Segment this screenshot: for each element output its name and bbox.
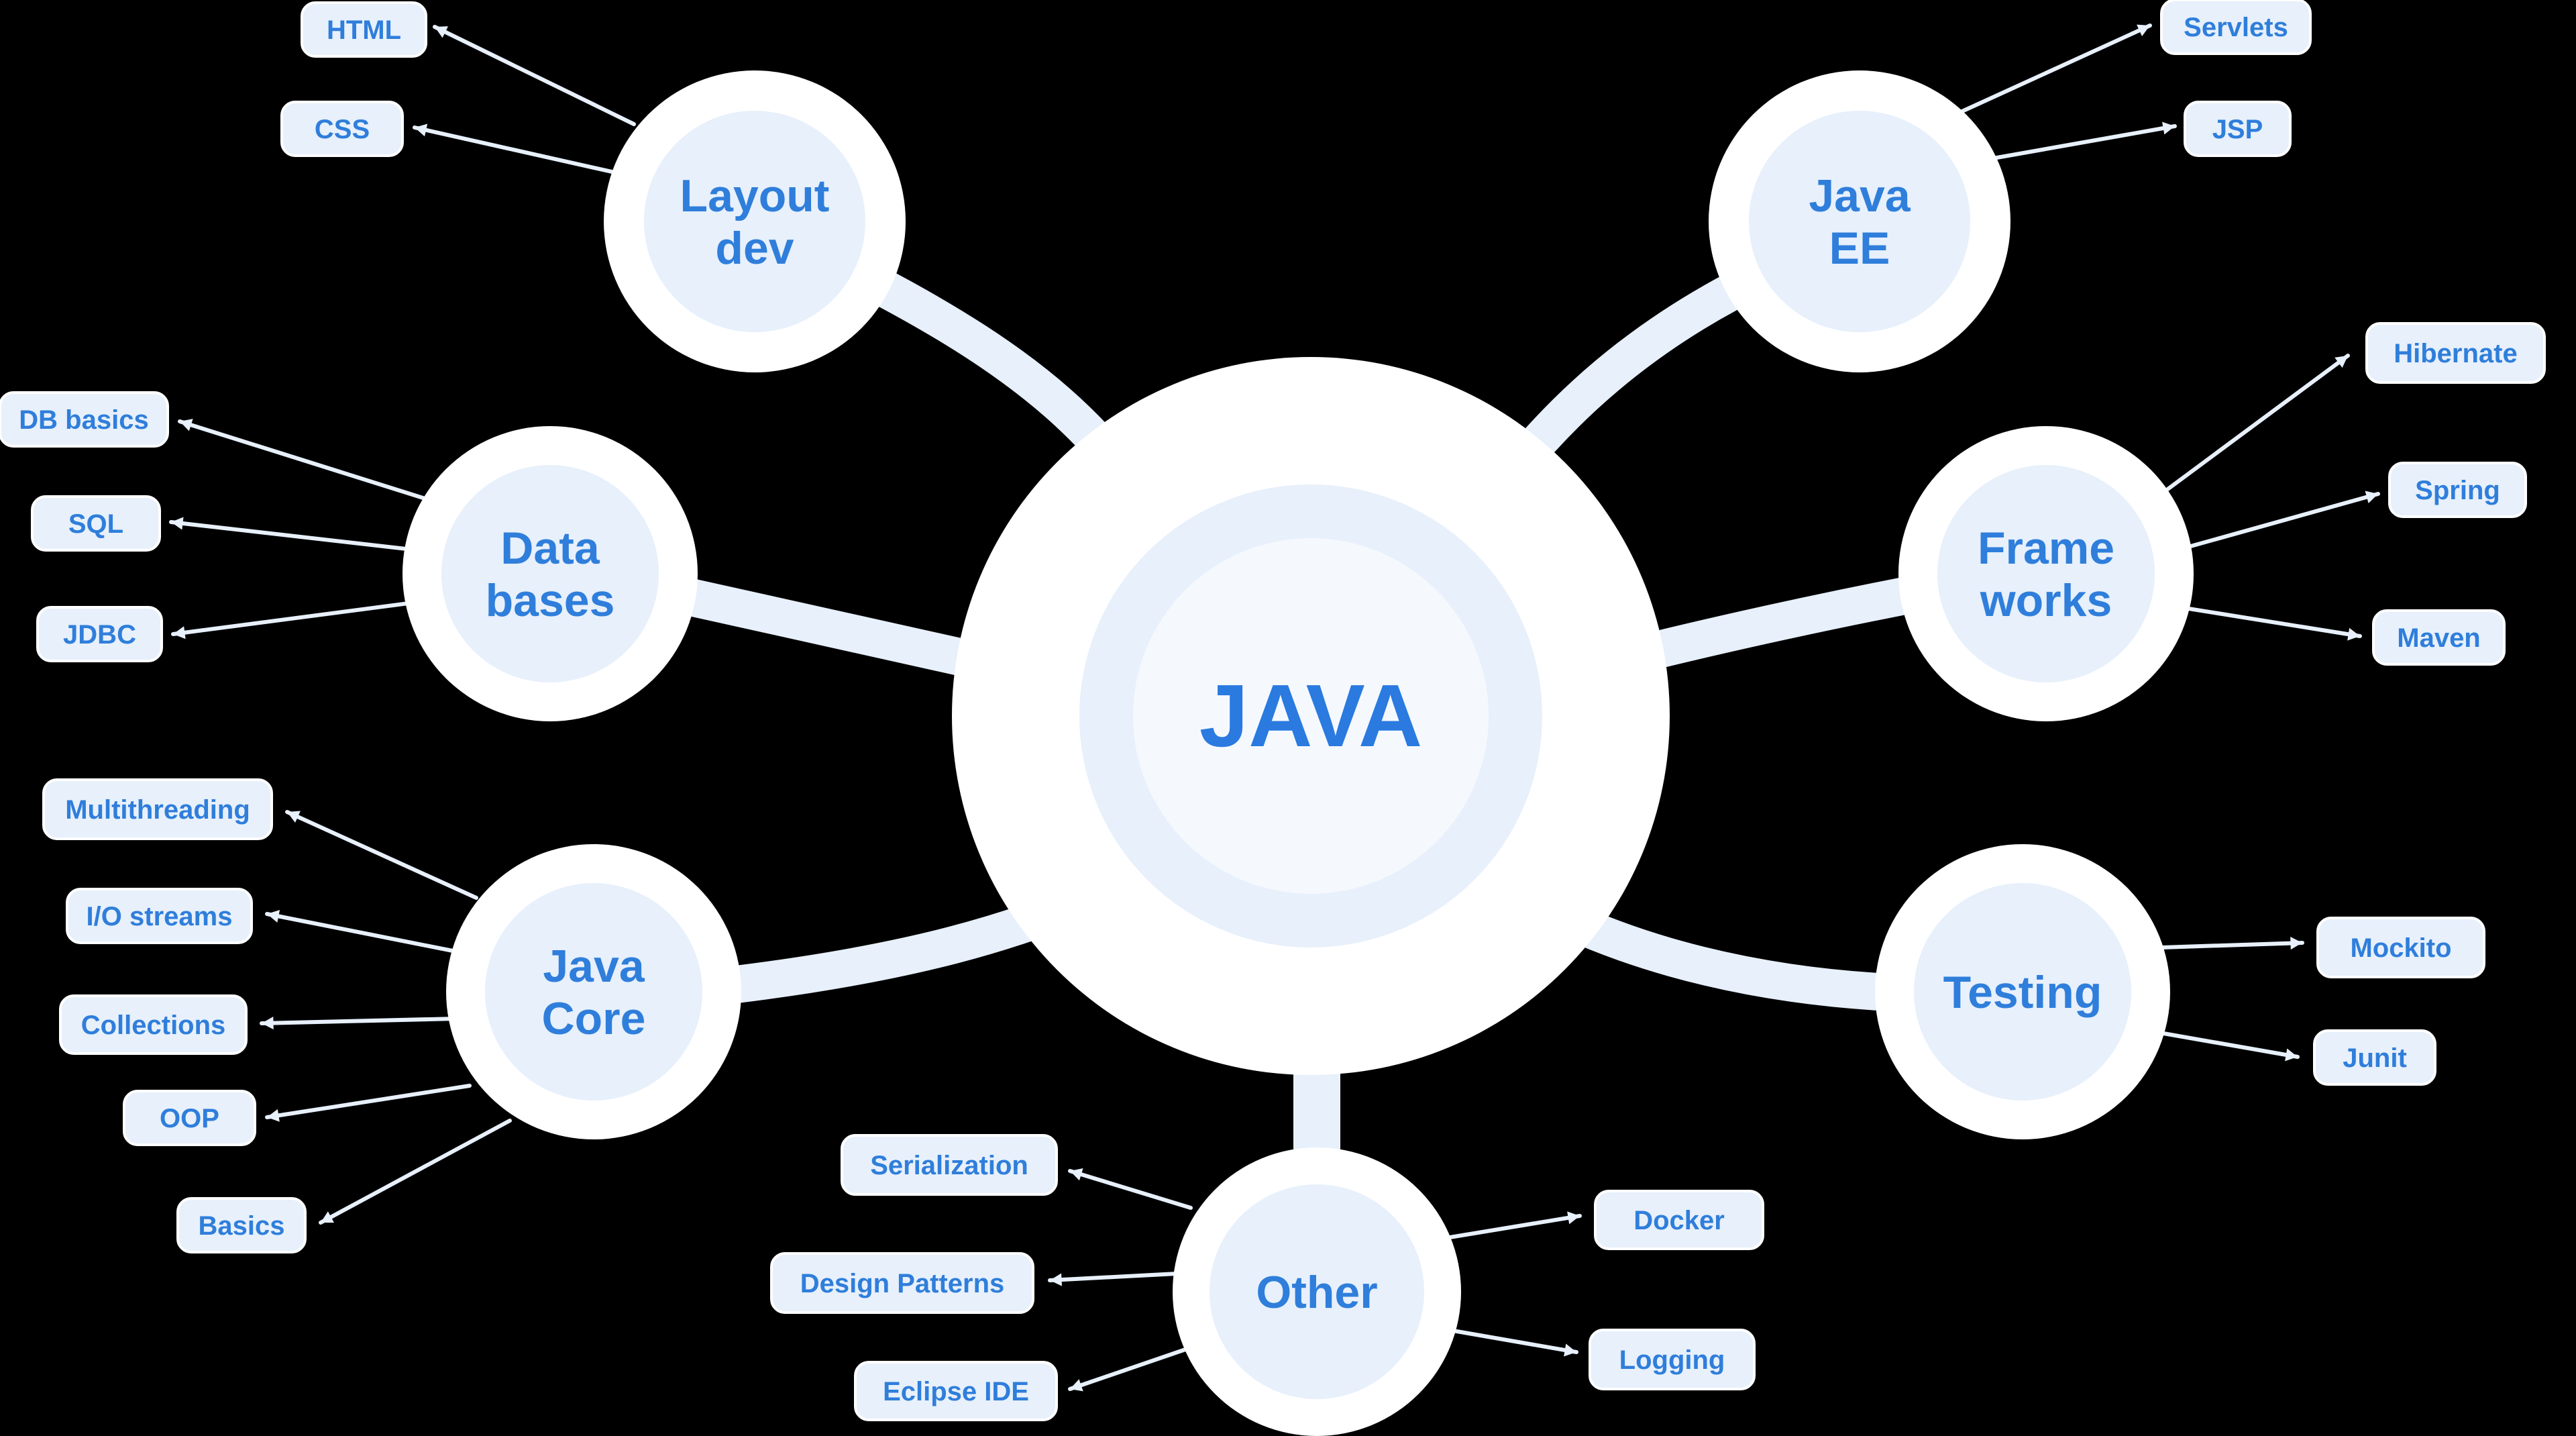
leaf-label: OOP <box>160 1104 219 1133</box>
leaf-connector <box>1947 23 2152 119</box>
topic-node-testing[interactable]: Testing <box>1875 844 2170 1139</box>
topic-node-frameworks[interactable]: Frameworks <box>1898 426 2194 721</box>
topic-label: Java <box>543 941 645 992</box>
leaf-connector <box>285 810 478 900</box>
leaf-collections[interactable]: Collections <box>59 994 248 1055</box>
leaf-mockito[interactable]: Mockito <box>2316 917 2485 978</box>
topic-node-databases[interactable]: Databases <box>402 426 698 721</box>
leaf-label: CSS <box>315 115 370 144</box>
leaf-label: Servlets <box>2184 13 2288 42</box>
leaf-junit[interactable]: Junit <box>2313 1029 2436 1086</box>
leaf-label: JDBC <box>63 620 136 650</box>
leaf-label: Eclipse IDE <box>883 1377 1029 1406</box>
topic-node-layout[interactable]: Layoutdev <box>604 70 906 372</box>
topic-label: Layout <box>680 170 830 221</box>
topic-node-disc <box>485 883 702 1100</box>
leaf-connector <box>171 599 431 636</box>
topic-label: Java <box>1809 170 1911 221</box>
java-roadmap-diagram: JAVA LayoutdevJavaEEDatabasesFrameworksJ… <box>0 0 2546 1436</box>
leaf-label: Serialization <box>870 1151 1028 1180</box>
topic-label: Testing <box>1943 967 2102 1018</box>
topic-label: Data <box>500 523 600 574</box>
topic-node-javacore[interactable]: JavaCore <box>446 844 741 1139</box>
topic-node-disc <box>1749 111 1970 332</box>
leaf-design-patterns[interactable]: Design Patterns <box>770 1252 1034 1314</box>
leaf-connector <box>433 25 636 126</box>
leaf-label: Mockito <box>2350 933 2451 963</box>
leaf-label: JSP <box>2212 115 2263 144</box>
leaf-connector <box>178 419 431 502</box>
leaf-label: I/O streams <box>87 902 233 931</box>
leaf-label: SQL <box>68 509 123 539</box>
topic-label: works <box>1980 575 2112 626</box>
leaf-connector <box>1447 1328 1578 1354</box>
arrow-head-icon <box>2290 937 2302 950</box>
leaf-connector <box>2161 1031 2300 1059</box>
leaf-label: Multithreading <box>65 795 250 825</box>
leaf-connector <box>1048 1272 1179 1282</box>
leaf-serialization[interactable]: Serialization <box>841 1134 1058 1196</box>
leaf-label: Logging <box>1619 1345 1725 1375</box>
leaf-multithreading[interactable]: Multithreading <box>42 778 273 840</box>
leaf-connector <box>1068 1347 1189 1391</box>
topic-node-disc <box>1937 465 2155 682</box>
topic-label: Core <box>542 993 646 1044</box>
topic-node-disc <box>441 465 659 682</box>
leaf-basics[interactable]: Basics <box>176 1197 307 1253</box>
topic-label: dev <box>715 223 794 274</box>
leaf-label: Maven <box>2397 623 2481 653</box>
leaf-label: DB basics <box>19 405 148 435</box>
leaf-connector <box>265 1084 472 1119</box>
leaf-sql[interactable]: SQL <box>31 495 161 552</box>
leaf-hibernate[interactable]: Hibernate <box>2365 322 2546 384</box>
leaf-css[interactable]: CSS <box>280 101 404 157</box>
leaf-eclipse-ide[interactable]: Eclipse IDE <box>854 1361 1058 1421</box>
topic-label: Frame <box>1978 523 2114 574</box>
leaf-label: Spring <box>2415 476 2500 505</box>
leaf-jdbc[interactable]: JDBC <box>36 606 163 662</box>
arrow-head-icon <box>415 123 428 137</box>
leaf-connector <box>169 520 431 554</box>
arrow-head-icon <box>1050 1273 1063 1286</box>
center-label: JAVA <box>1199 666 1423 765</box>
leaf-servlets[interactable]: Servlets <box>2160 0 2312 55</box>
arrow-head-icon <box>262 1016 274 1030</box>
leaf-connector <box>1068 1169 1193 1210</box>
leaf-connector <box>2186 492 2380 549</box>
leaf-spring[interactable]: Spring <box>2388 462 2527 518</box>
leaf-label: Junit <box>2343 1043 2407 1073</box>
leaf-connector <box>413 125 626 176</box>
leaf-connector <box>260 1017 458 1025</box>
leaf-logging[interactable]: Logging <box>1589 1329 1756 1390</box>
leaf-docker[interactable]: Docker <box>1594 1190 1764 1250</box>
leaf-connector <box>2178 605 2362 638</box>
leaf-connector <box>1444 1214 1582 1240</box>
leaf-label: Basics <box>199 1211 285 1241</box>
center-node: JAVA <box>952 357 1670 1075</box>
leaf-label: Docker <box>1633 1206 1725 1235</box>
topic-node-other[interactable]: Other <box>1173 1147 1461 1436</box>
leaf-db-basics[interactable]: DB basics <box>0 391 169 448</box>
leaf-label: Hibernate <box>2394 339 2518 368</box>
topic-node-javaee[interactable]: JavaEE <box>1709 70 2010 372</box>
leaf-label: Collections <box>81 1011 226 1040</box>
topic-label: Other <box>1256 1267 1377 1318</box>
topic-label: bases <box>486 575 615 626</box>
leaf-label: Design Patterns <box>800 1269 1005 1298</box>
leaf-i-o-streams[interactable]: I/O streams <box>66 888 253 944</box>
leaf-oop[interactable]: OOP <box>123 1090 256 1146</box>
topic-node-disc <box>644 111 865 332</box>
leaf-connector <box>2165 354 2350 492</box>
leaf-maven[interactable]: Maven <box>2372 609 2506 666</box>
leaf-connector <box>265 912 465 955</box>
leaf-label: HTML <box>327 15 401 45</box>
leaf-html[interactable]: HTML <box>301 1 427 58</box>
leaf-connector <box>319 1119 512 1225</box>
leaf-jsp[interactable]: JSP <box>2184 101 2292 157</box>
topic-label: EE <box>1829 223 1890 274</box>
leaf-connector <box>2159 941 2304 950</box>
